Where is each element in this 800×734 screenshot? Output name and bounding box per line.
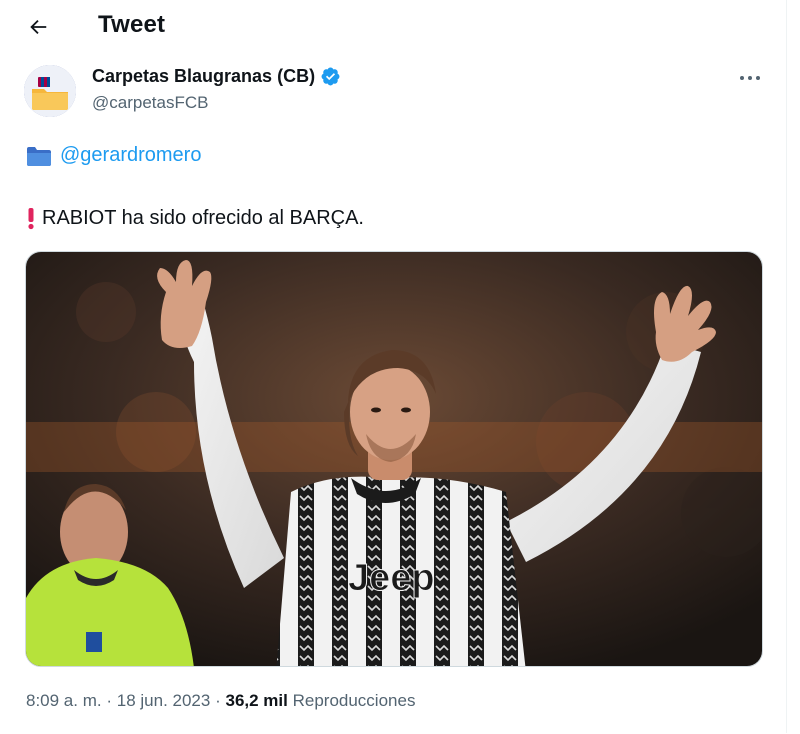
verified-badge-icon	[321, 67, 340, 86]
views-count: 36,2 mil	[225, 691, 288, 710]
author-handle[interactable]: @carpetasFCB	[92, 93, 208, 113]
exclamation-icon	[28, 208, 34, 230]
author-name-text: Carpetas Blaugranas (CB)	[92, 66, 316, 86]
mention-link[interactable]: @gerardromero	[60, 144, 201, 167]
folder-avatar-image	[24, 65, 76, 117]
tweet-line-mention: @gerardromero	[26, 144, 201, 167]
tweet-media-photo[interactable]: Jeep	[25, 251, 763, 667]
more-options-button[interactable]	[732, 64, 768, 92]
tweet-meta: 8:09 a. m. · 18 jun. 2023 · 36,2 mil Rep…	[26, 691, 415, 711]
tweet-text: RABIOT ha sido ofrecido al BARÇA.	[42, 206, 364, 229]
back-button[interactable]	[20, 9, 56, 45]
tweet-date[interactable]: 18 jun. 2023	[117, 691, 211, 710]
meta-separator: ·	[106, 691, 113, 710]
page-header: Tweet	[0, 0, 787, 53]
author-name[interactable]: Carpetas Blaugranas (CB)	[92, 66, 341, 87]
arrow-left-icon	[30, 19, 47, 35]
page-title: Tweet	[98, 11, 166, 38]
avatar[interactable]	[24, 65, 76, 117]
meta-separator: ·	[215, 691, 221, 710]
tweet-text-line: RABIOT ha sido ofrecido al BARÇA.	[26, 206, 364, 230]
folder-icon	[27, 146, 51, 166]
more-dots-icon	[740, 76, 760, 80]
svg-text:Jeep: Jeep	[348, 557, 435, 599]
views-label: Reproducciones	[292, 691, 416, 710]
player-celebration-photo: Jeep	[26, 252, 762, 666]
tweet-page: Tweet Carpetas Blaugranas (CB) @carpetas…	[0, 0, 787, 733]
tweet-time[interactable]: 8:09 a. m.	[26, 691, 102, 710]
